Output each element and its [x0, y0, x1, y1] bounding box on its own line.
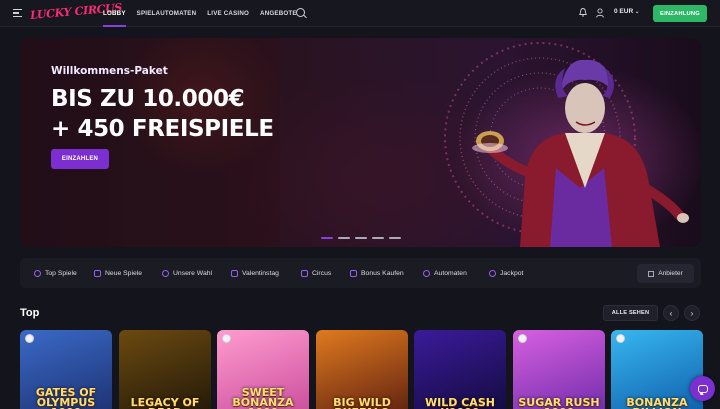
game-title: GATES OF OLYMPUS 1000: [35, 386, 97, 409]
tent-icon: [301, 269, 308, 277]
nav-slots[interactable]: SPIELAUTOMATEN: [137, 0, 197, 27]
balance-value: 0 EUR: [614, 8, 634, 15]
carousel-dots: [321, 237, 401, 239]
category-valentines[interactable]: Valentinstag: [231, 258, 279, 288]
balance-dropdown[interactable]: 0 EUR ⌄: [614, 8, 639, 15]
gift-icon: [350, 269, 357, 277]
bell-icon[interactable]: [579, 8, 587, 17]
live-chat-button[interactable]: [690, 376, 715, 401]
hero-headline-line1: BIS ZU 10.000€: [51, 86, 245, 112]
hero-deposit-button[interactable]: EINZAHLEN: [51, 149, 109, 169]
category-top-games[interactable]: Top Spiele: [34, 258, 77, 288]
flame-icon: [34, 269, 41, 277]
category-our-choice[interactable]: Unsere Wahl: [162, 258, 212, 288]
nav-live-casino[interactable]: LIVE CASINO: [207, 0, 249, 27]
section-title: Top: [20, 307, 40, 319]
heart-icon: [162, 269, 169, 277]
cherry-icon: [423, 269, 430, 277]
provider-badge-icon: [25, 334, 34, 343]
game-title: BIG WILD BUFFALO: [333, 396, 391, 409]
category-label: Valentinstag: [242, 269, 279, 277]
chevron-down-icon: ⌄: [634, 9, 640, 15]
game-title: SUGAR RUSH 1000: [518, 396, 600, 409]
category-circus[interactable]: Circus: [301, 258, 331, 288]
chevron-right-icon: ›: [690, 308, 694, 318]
category-label: Neue Spiele: [105, 269, 143, 277]
deposit-button[interactable]: EINZAHLUNG: [653, 5, 707, 22]
category-label: Automaten: [434, 269, 467, 277]
coin-icon: [489, 269, 496, 277]
provider-badge-icon: [222, 334, 231, 343]
next-arrow-button[interactable]: ›: [684, 305, 700, 321]
game-tile[interactable]: WILD CASH X9990: [414, 330, 506, 409]
category-label: Unsere Wahl: [173, 269, 213, 277]
game-tiles-row: GATES OF OLYMPUS 1000 LEGACY OF DEAD SWE…: [20, 330, 710, 409]
game-tile[interactable]: BONANZA BILLION: [611, 330, 703, 409]
category-label: Bonus Kaufen: [361, 269, 404, 277]
category-new-games[interactable]: Neue Spiele: [94, 258, 142, 288]
chat-icon: [697, 384, 708, 393]
category-bar: Top Spiele Neue Spiele Unsere Wahl Valen…: [20, 258, 701, 288]
game-tile[interactable]: GATES OF OLYMPUS 1000: [20, 330, 112, 409]
game-tile[interactable]: SWEET BONANZA 1000: [217, 330, 309, 409]
provider-badge-icon: [616, 334, 625, 343]
nav-offers[interactable]: ANGEBOTE: [260, 0, 297, 27]
game-tile[interactable]: BIG WILD BUFFALO: [316, 330, 408, 409]
hero-banner[interactable]: Willkommens-Paket BIS ZU 10.000€ + 450 F…: [20, 38, 701, 247]
game-title: BONANZA BILLION: [626, 396, 688, 409]
top-navigation: LUCKY CIRCUS LOBBY SPIELAUTOMATEN LIVE C…: [0, 0, 720, 27]
provider-badge-icon: [518, 334, 527, 343]
carousel-dot[interactable]: [321, 237, 333, 239]
sparkle-icon: [94, 269, 101, 277]
game-tile[interactable]: LEGACY OF DEAD: [119, 330, 211, 409]
category-jackpot[interactable]: Jackpot: [489, 258, 523, 288]
category-slots[interactable]: Automaten: [423, 258, 467, 288]
search-icon[interactable]: [296, 8, 305, 17]
hero-pretitle: Willkommens-Paket: [51, 65, 168, 77]
category-label: Jackpot: [500, 269, 524, 277]
carousel-dot[interactable]: [355, 237, 367, 239]
game-tile[interactable]: SUGAR RUSH 1000: [513, 330, 605, 409]
hamburger-icon[interactable]: [13, 9, 22, 18]
providers-button[interactable]: Anbieter: [637, 264, 694, 283]
game-title: LEGACY OF DEAD: [130, 396, 200, 409]
game-title: WILD CASH X9990: [425, 396, 495, 409]
game-title: SWEET BONANZA 1000: [232, 386, 294, 409]
user-icon[interactable]: [596, 8, 604, 18]
carousel-dot[interactable]: [338, 237, 350, 239]
carousel-dot[interactable]: [372, 237, 384, 239]
hero-headline-line2: + 450 FREISPIELE: [51, 116, 274, 142]
chevron-left-icon: ‹: [669, 308, 673, 318]
nav-lobby[interactable]: LOBBY: [103, 0, 126, 27]
category-bonus-buy[interactable]: Bonus Kaufen: [350, 258, 404, 288]
star-icon: [231, 269, 238, 277]
carousel-dot[interactable]: [389, 237, 401, 239]
see-all-button[interactable]: ALLE SEHEN: [603, 305, 658, 321]
providers-label: Anbieter: [658, 270, 683, 277]
grid-icon: [648, 270, 655, 277]
category-label: Top Spiele: [45, 269, 77, 277]
category-label: Circus: [312, 269, 332, 277]
prev-arrow-button[interactable]: ‹: [663, 305, 679, 321]
main-nav: LOBBY SPIELAUTOMATEN LIVE CASINO ANGEBOT…: [103, 0, 308, 27]
